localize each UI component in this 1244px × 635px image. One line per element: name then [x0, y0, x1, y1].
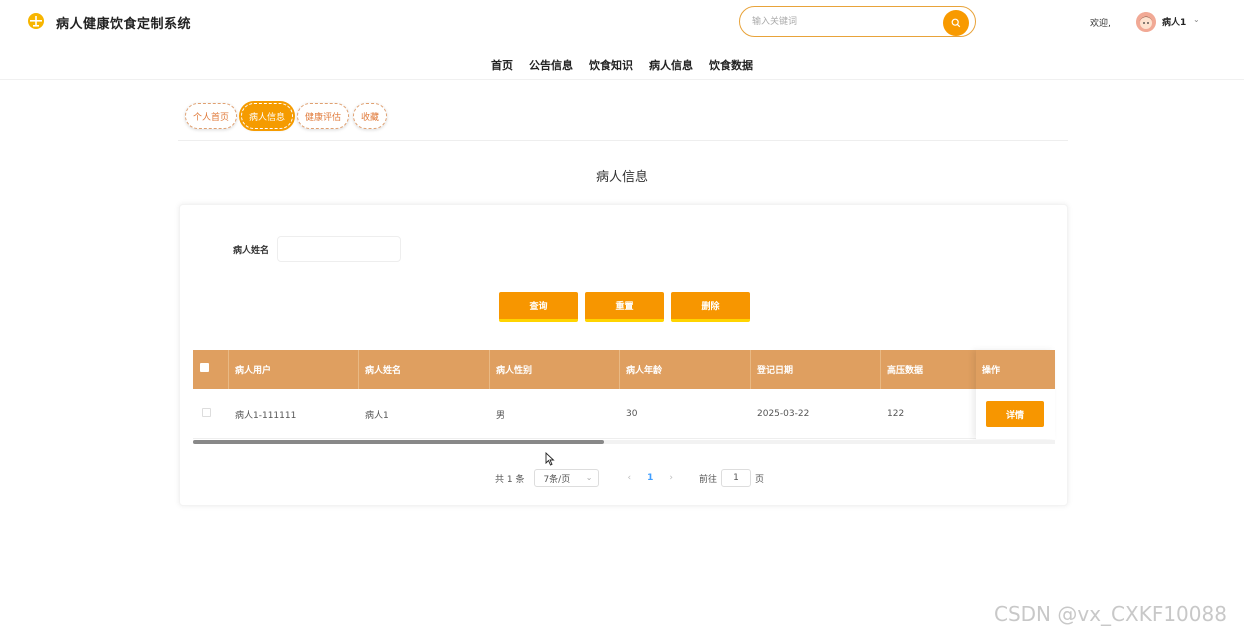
detail-button[interactable]: 详情	[986, 401, 1044, 427]
cell-gender: 男	[496, 410, 506, 421]
nav-item-home[interactable]: 首页	[491, 50, 513, 78]
welcome-text: 欢迎,	[1090, 19, 1111, 29]
select-all-checkbox[interactable]	[200, 363, 209, 372]
page-size-select[interactable]: 7条/页 ⌄	[534, 469, 600, 487]
top-header: 病人健康饮食定制系统 欢迎, 病人1 ⌄	[0, 0, 1244, 44]
search-input[interactable]	[752, 14, 932, 30]
col-user: 病人用户	[229, 350, 359, 389]
patient-name-label: 病人姓名	[233, 246, 270, 256]
search-box	[739, 6, 976, 37]
cell-age: 30	[626, 409, 638, 419]
col-name: 病人姓名	[359, 350, 490, 389]
page-title: 病人信息	[595, 170, 648, 185]
cell-name: 病人1	[365, 410, 389, 421]
reset-button[interactable]: 重置	[585, 292, 664, 322]
nav-item-announcements[interactable]: 公告信息	[529, 50, 573, 78]
patient-name-input[interactable]	[277, 236, 401, 262]
pagination: 共 1 条 7条/页 ⌄ ‹ 1 › 前往 1 页	[495, 469, 764, 487]
pagination-total: 共 1 条	[495, 474, 525, 485]
app-title: 病人健康饮食定制系统	[56, 17, 192, 32]
prev-page-icon[interactable]: ‹	[627, 473, 631, 483]
chevron-down-icon[interactable]: ⌄	[1193, 15, 1200, 24]
col-gender: 病人性别	[490, 350, 620, 389]
fixed-action-column: 操作 详情	[976, 350, 1055, 439]
page-suffix: 页	[754, 474, 764, 485]
subtab-personal-home[interactable]: 个人首页	[185, 103, 238, 129]
col-date: 登记日期	[751, 350, 881, 389]
goto-label: 前往	[698, 474, 717, 485]
page-number[interactable]: 1	[647, 473, 653, 483]
nav-item-diet-data[interactable]: 饮食数据	[709, 50, 753, 78]
avatar-icon	[1136, 12, 1156, 32]
cell-bp-high: 122	[887, 409, 905, 419]
username[interactable]: 病人1	[1162, 15, 1186, 28]
query-button[interactable]: 查询	[499, 292, 578, 322]
subtab-health-assessment[interactable]: 健康评估	[297, 103, 350, 129]
chevron-down-icon: ⌄	[585, 473, 593, 482]
mouse-cursor-icon	[545, 452, 555, 466]
cell-user: 病人1-111111	[235, 410, 297, 421]
col-bp-high: 高压数据	[887, 366, 924, 376]
subtab-divider	[178, 140, 1068, 141]
next-page-icon[interactable]: ›	[669, 473, 673, 483]
table-row: 病人1-111111 病人1 男 30 2025-03-22 122	[193, 389, 1055, 439]
col-actions: 操作	[976, 350, 1055, 389]
cell-actions: 详情	[976, 389, 1055, 439]
col-age: 病人年龄	[620, 350, 751, 389]
table-scrollbar-thumb[interactable]	[193, 440, 604, 444]
search-icon	[951, 18, 961, 28]
delete-button[interactable]: 删除	[671, 292, 750, 322]
subtab-patient-info[interactable]: 病人信息	[239, 101, 296, 131]
action-buttons: 查询 重置 删除	[499, 292, 750, 322]
goto-page-input[interactable]: 1	[720, 469, 751, 487]
search-button[interactable]	[943, 10, 969, 36]
profile-subtabs: 个人首页 病人信息 健康评估 收藏	[185, 101, 388, 131]
page-size-value: 7条/页	[543, 474, 571, 485]
table-header: 病人用户 病人姓名 病人性别 病人年龄 登记日期 高压数据	[193, 350, 1055, 389]
select-all-cell	[193, 350, 229, 389]
row-checkbox[interactable]	[202, 408, 211, 417]
avatar[interactable]	[1136, 12, 1156, 32]
nav-item-patient-info[interactable]: 病人信息	[649, 50, 693, 78]
watermark: CSDN @vx_CXKF10088	[994, 602, 1227, 626]
balance-scale-icon	[28, 13, 44, 29]
main-nav: 首页 公告信息 饮食知识 病人信息 饮食数据	[0, 50, 1244, 78]
cell-date: 2025-03-22	[757, 409, 810, 419]
nav-item-diet-knowledge[interactable]: 饮食知识	[589, 50, 633, 78]
nav-divider	[0, 79, 1244, 80]
subtab-favorites[interactable]: 收藏	[353, 103, 388, 129]
